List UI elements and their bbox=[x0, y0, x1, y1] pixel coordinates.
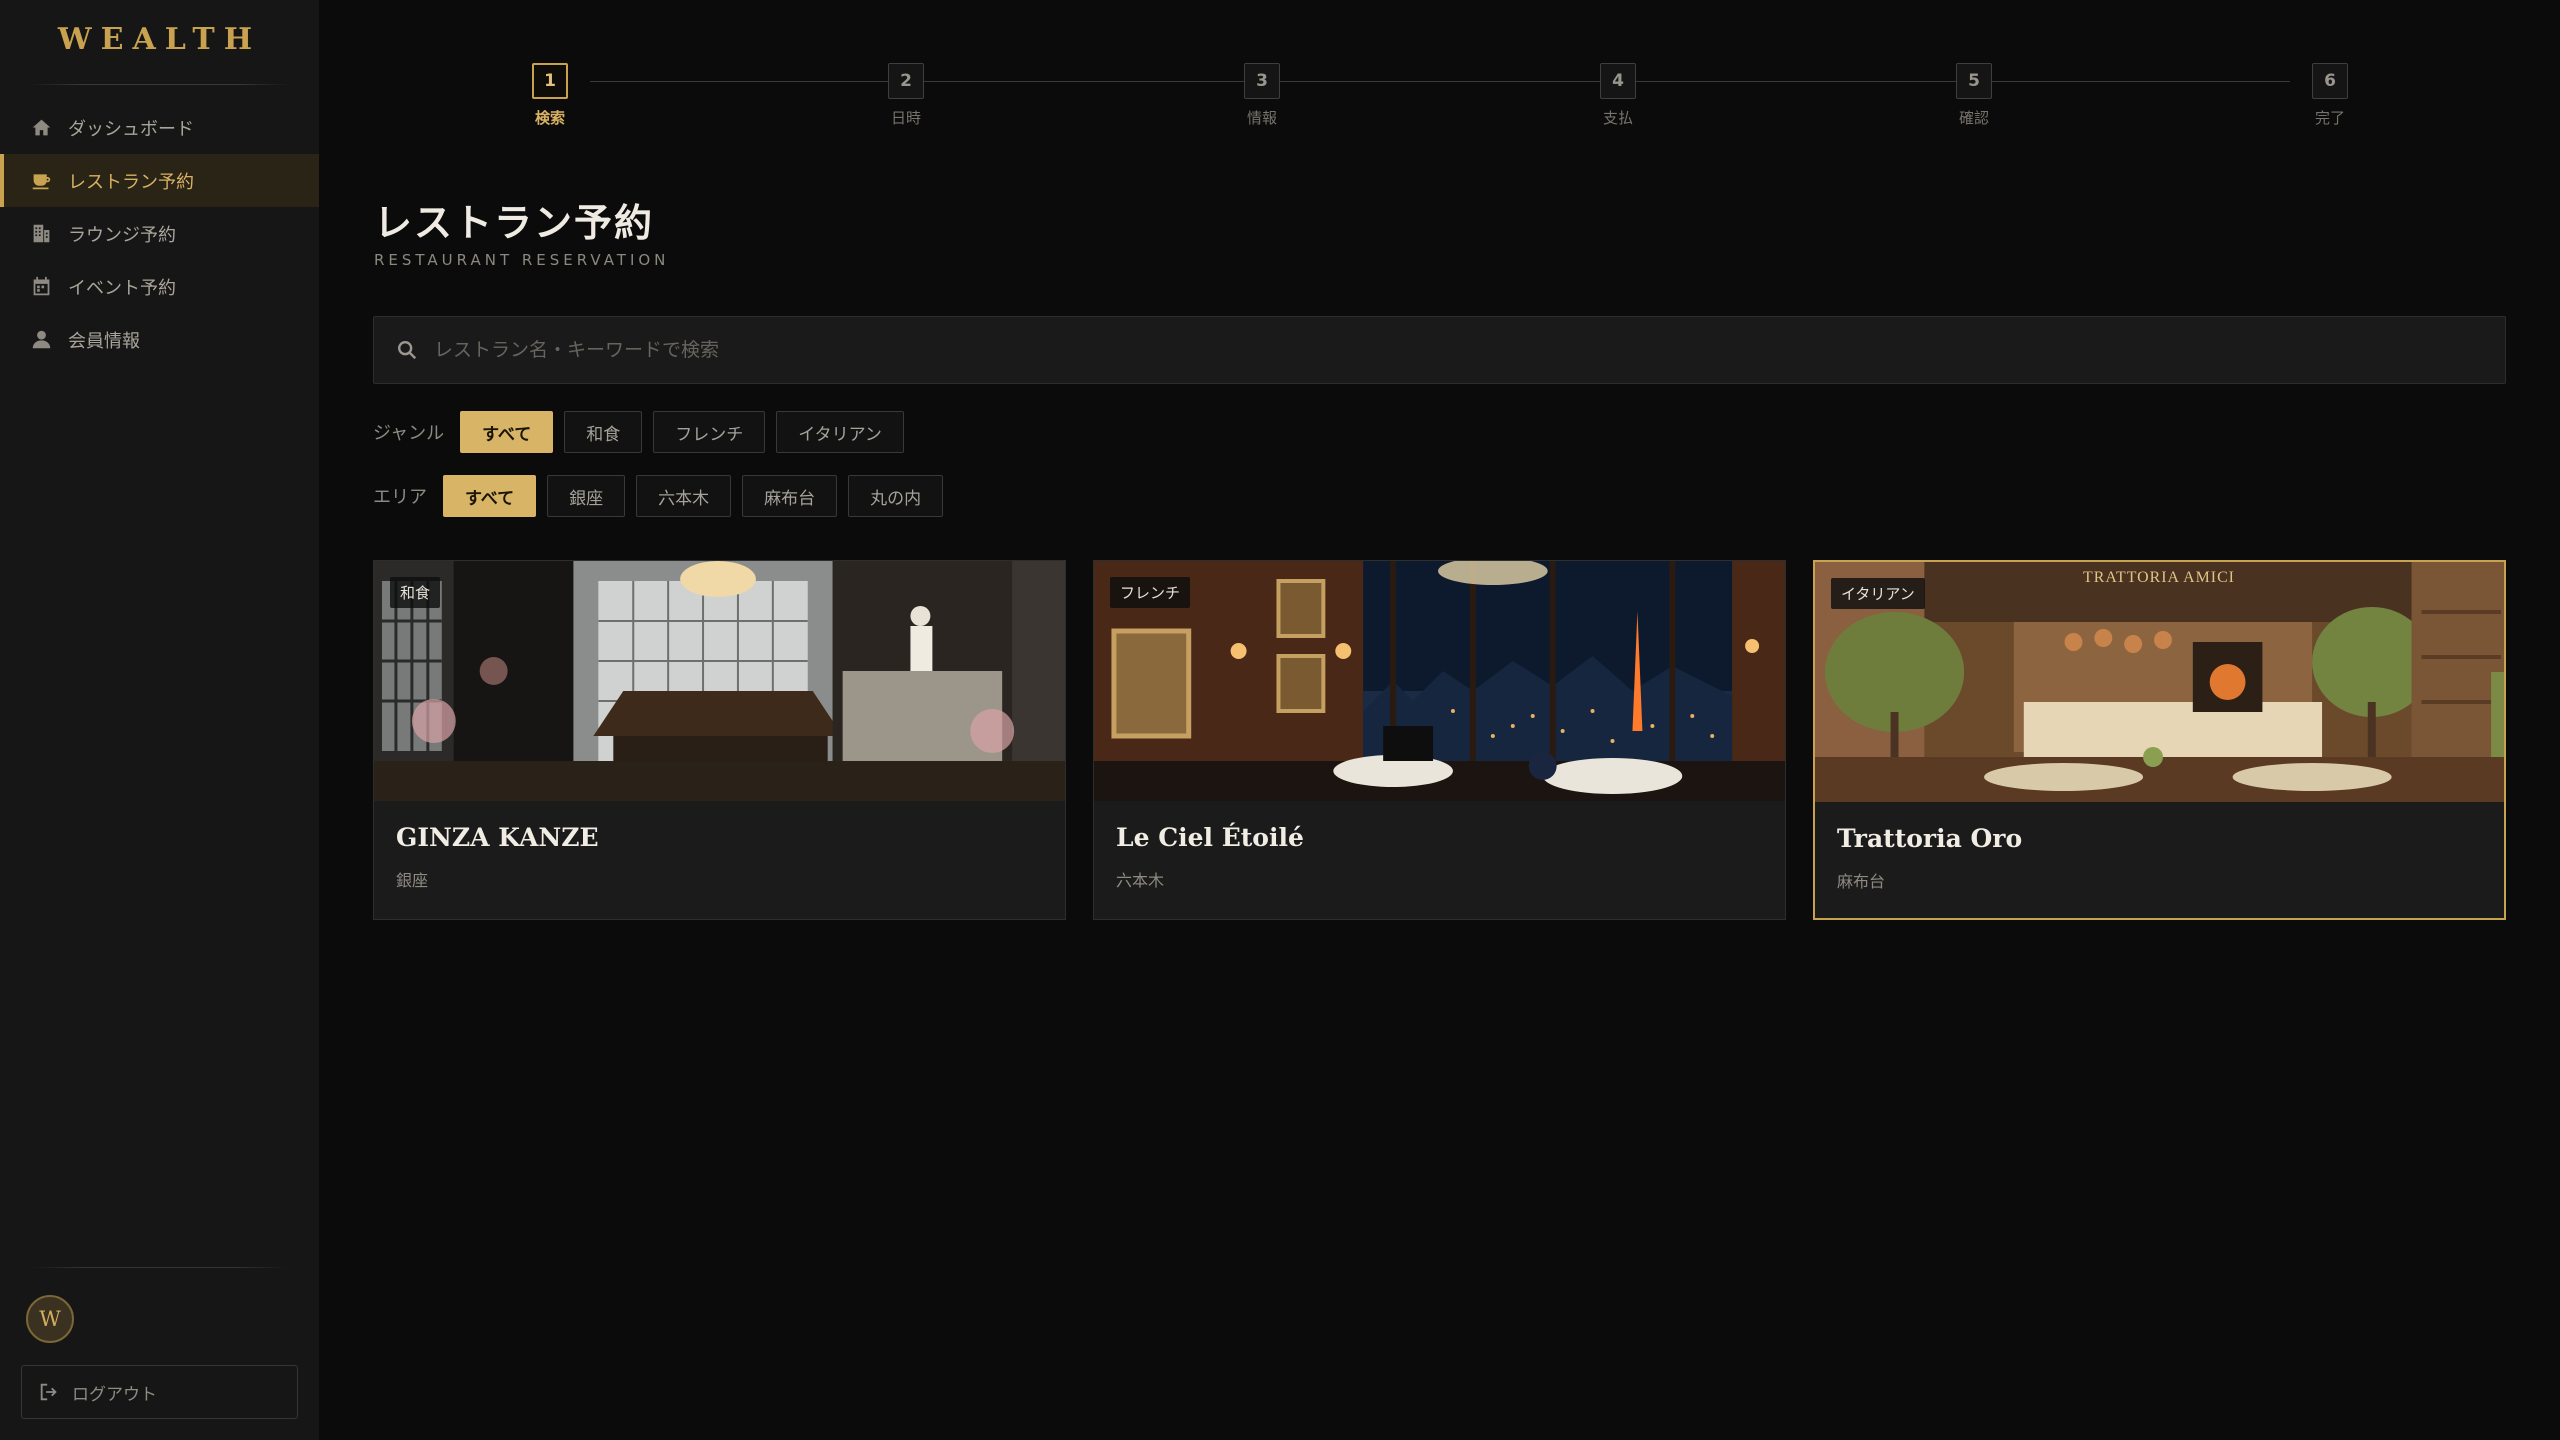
restaurant-image: フレンチ bbox=[1094, 561, 1785, 801]
area-chip-ginza[interactable]: 銀座 bbox=[547, 475, 626, 517]
sidebar-item-lounge[interactable]: ラウンジ予約 bbox=[0, 207, 319, 260]
step-1: 1 検索 bbox=[510, 63, 590, 128]
sidebar-item-restaurant[interactable]: レストラン予約 bbox=[0, 154, 319, 207]
step-5: 5 確認 bbox=[1934, 63, 2014, 128]
area-filter: エリア すべて 銀座 六本木 麻布台 丸の内 bbox=[373, 475, 954, 517]
sidebar-item-label: イベント予約 bbox=[68, 277, 176, 299]
genre-badge: フレンチ bbox=[1110, 577, 1191, 608]
genre-filter-label: ジャンル bbox=[373, 423, 445, 444]
search-icon bbox=[398, 341, 417, 360]
genre-chip-french[interactable]: フレンチ bbox=[653, 411, 766, 453]
page-title: レストラン予約 bbox=[374, 200, 655, 245]
restaurant-card-trattoria-oro[interactable]: TRATTORIA AMICI イタリアン Trattoria Oro 麻布台 bbox=[1813, 560, 2506, 920]
step-label: 完了 bbox=[2314, 109, 2345, 127]
calendar-icon bbox=[30, 276, 52, 298]
step-label: 日時 bbox=[890, 109, 921, 127]
brand-logo[interactable]: WEALTH bbox=[0, 22, 319, 57]
brand-divider bbox=[30, 84, 289, 85]
step-label: 情報 bbox=[1246, 109, 1277, 127]
restaurant-card-ginza-kanze[interactable]: 和食 GINZA KANZE 銀座 bbox=[373, 560, 1066, 920]
genre-chip-italian[interactable]: イタリアン bbox=[776, 411, 904, 453]
area-chip-marunouchi[interactable]: 丸の内 bbox=[848, 475, 944, 517]
genre-chip-all[interactable]: すべて bbox=[460, 411, 554, 453]
restaurant-area: 銀座 bbox=[396, 871, 429, 890]
sidebar-nav: ダッシュボード レストラン予約 ラウンジ予約 イベント予約 会員情報 bbox=[0, 101, 319, 366]
search-input[interactable] bbox=[434, 339, 2505, 361]
genre-filter: ジャンル すべて 和食 フレンチ イタリアン bbox=[373, 411, 915, 453]
restaurant-image: 和食 bbox=[374, 561, 1065, 801]
step-label: 支払 bbox=[1602, 109, 1633, 127]
avatar[interactable]: W bbox=[26, 1295, 74, 1343]
step-label: 検索 bbox=[534, 109, 565, 127]
area-chip-roppongi[interactable]: 六本木 bbox=[636, 475, 732, 517]
sidebar-item-label: ダッシュボード bbox=[68, 118, 194, 140]
genre-chip-washoku[interactable]: 和食 bbox=[564, 411, 643, 453]
restaurant-area: 麻布台 bbox=[1837, 872, 1886, 891]
restaurant-card-le-ciel-etoile[interactable]: フレンチ Le Ciel Étoilé 六本木 bbox=[1093, 560, 1786, 920]
sidebar-item-member[interactable]: 会員情報 bbox=[0, 313, 319, 366]
restaurant-image: TRATTORIA AMICI イタリアン bbox=[1815, 562, 2504, 802]
step-number: 5 bbox=[1956, 63, 1992, 99]
sidebar-item-event[interactable]: イベント予約 bbox=[0, 260, 319, 313]
sidebar-item-label: 会員情報 bbox=[68, 330, 140, 352]
logout-icon bbox=[40, 1383, 57, 1401]
sidebar-item-dashboard[interactable]: ダッシュボード bbox=[0, 101, 319, 154]
step-2: 2 日時 bbox=[866, 63, 946, 128]
sidebar: WEALTH ダッシュボード レストラン予約 ラウンジ予約 イベント予約 会員情… bbox=[0, 0, 319, 1440]
home-icon bbox=[30, 117, 52, 139]
restaurant-list: 和食 GINZA KANZE 銀座 フレンチ Le Ciel Étoilé 六本… bbox=[373, 560, 2506, 920]
restaurant-name: GINZA KANZE bbox=[396, 823, 599, 852]
logout-label: ログアウト bbox=[72, 1384, 157, 1405]
step-label: 確認 bbox=[1958, 109, 1989, 127]
step-6: 6 完了 bbox=[2290, 63, 2370, 128]
sidebar-item-label: レストラン予約 bbox=[68, 171, 194, 193]
step-number: 3 bbox=[1244, 63, 1280, 99]
restaurant-name: Le Ciel Étoilé bbox=[1116, 823, 1304, 852]
genre-badge: 和食 bbox=[390, 577, 441, 608]
area-chip-all[interactable]: すべて bbox=[443, 475, 537, 517]
footer-divider bbox=[30, 1267, 289, 1268]
restaurant-name: Trattoria Oro bbox=[1837, 824, 2023, 853]
building-icon bbox=[30, 223, 52, 245]
progress-stepper: 1 検索 2 日時 3 情報 4 支払 5 確認 6 完了 bbox=[532, 63, 2348, 143]
area-chip-azabudai[interactable]: 麻布台 bbox=[742, 475, 838, 517]
restaurant-area: 六本木 bbox=[1116, 871, 1165, 890]
stepper-line bbox=[590, 81, 2290, 82]
user-icon bbox=[30, 329, 52, 351]
search-bar[interactable] bbox=[373, 316, 2506, 384]
genre-badge: イタリアン bbox=[1831, 578, 1925, 609]
step-number: 2 bbox=[888, 63, 924, 99]
shop-sign: TRATTORIA AMICI bbox=[2083, 569, 2235, 586]
logout-button[interactable]: ログアウト bbox=[21, 1365, 298, 1419]
step-3: 3 情報 bbox=[1222, 63, 1302, 128]
sidebar-item-label: ラウンジ予約 bbox=[68, 224, 176, 246]
area-filter-label: エリア bbox=[373, 487, 427, 508]
step-number: 1 bbox=[532, 63, 568, 99]
coffee-icon bbox=[30, 170, 52, 192]
page-subtitle: RESTAURANT RESERVATION bbox=[374, 251, 670, 269]
step-4: 4 支払 bbox=[1578, 63, 1658, 128]
step-number: 4 bbox=[1600, 63, 1636, 99]
step-number: 6 bbox=[2312, 63, 2348, 99]
